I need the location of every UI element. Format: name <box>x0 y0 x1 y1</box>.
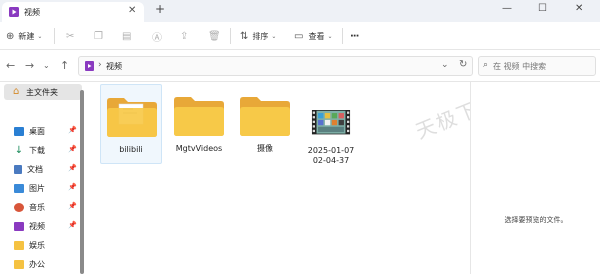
music-icon <box>14 202 24 212</box>
share-icon[interactable]: ⇪ <box>180 28 188 44</box>
chevron-down-icon: ⌄ <box>37 32 43 40</box>
pin-icon: 📌 <box>68 202 77 210</box>
navigation-pane: ⌂ 主文件夹 桌面 📌 ↓ 下载 📌 文档 📌 图片 📌 音乐 📌 视频 📌 娱… <box>0 82 82 274</box>
refresh-icon[interactable]: ↻ <box>459 59 467 70</box>
title-bar: 视频 ✕ + — ☐ ✕ <box>0 0 600 22</box>
file-item-video[interactable]: 2025-01-07 02-04-37 <box>300 84 362 165</box>
chevron-down-icon: ⌄ <box>271 32 277 40</box>
picture-icon <box>14 183 24 193</box>
sidebar-item-label: 办公 <box>29 259 45 269</box>
new-button[interactable]: ⊕ 新建 ⌄ <box>6 28 42 44</box>
close-tab-icon[interactable]: ✕ <box>128 5 136 16</box>
rename-icon[interactable]: Ⓐ <box>152 28 162 44</box>
file-list: bilibili MgtvVideos 摄像 2025-01-07 02-04-… <box>86 82 470 274</box>
folder-icon <box>14 240 24 250</box>
sidebar-item-home[interactable]: ⌂ 主文件夹 <box>4 84 82 100</box>
paste-icon[interactable]: ▤ <box>122 28 131 44</box>
cut-icon[interactable]: ✂ <box>66 28 74 44</box>
command-bar: ⊕ 新建 ⌄ ✂ ❐ ▤ Ⓐ ⇪ 🗑 ⇅ 排序 ⌄ ▭ 查看 ⌄ ··· <box>0 22 600 50</box>
copy-icon[interactable]: ❐ <box>94 28 103 44</box>
sidebar-item-label: 下载 <box>29 145 45 155</box>
search-icon: ⌕ <box>483 60 489 70</box>
divider <box>54 28 55 44</box>
sidebar-item-label: 视频 <box>29 221 45 231</box>
sidebar-item-music[interactable]: 音乐 📌 <box>14 200 78 214</box>
breadcrumb-chevron-icon[interactable]: › <box>98 60 102 70</box>
sidebar-item-label: 图片 <box>29 183 45 193</box>
pin-icon: 📌 <box>68 126 77 134</box>
file-name-line-1: 2025-01-07 <box>307 146 355 155</box>
sidebar-item-label: 主文件夹 <box>26 88 58 97</box>
folder-icon <box>14 259 24 269</box>
divider <box>230 28 231 44</box>
sidebar-scrollbar[interactable] <box>80 82 85 274</box>
sidebar-item-desktop[interactable]: 桌面 📌 <box>14 124 78 138</box>
sidebar-item-entertainment[interactable]: 娱乐 <box>14 238 78 252</box>
view-button[interactable]: ▭ 查看 ⌄ <box>294 28 332 44</box>
more-options-icon[interactable]: ··· <box>350 28 359 44</box>
pin-icon: 📌 <box>68 221 77 229</box>
sidebar-item-label: 音乐 <box>29 202 45 212</box>
tab-title: 视频 <box>24 8 40 17</box>
download-icon: ↓ <box>14 144 24 156</box>
file-name: MgtvVideos <box>175 144 223 153</box>
file-item-mgtvvideos[interactable]: MgtvVideos <box>168 84 230 164</box>
folder-icon <box>240 97 290 136</box>
delete-icon[interactable]: 🗑 <box>208 28 221 44</box>
view-icon: ▭ <box>294 30 304 42</box>
pin-icon: 📌 <box>68 183 77 191</box>
pin-icon: 📌 <box>68 145 77 153</box>
address-bar[interactable]: › 视频 ⌄ ↻ <box>78 56 473 76</box>
home-icon: ⌂ <box>13 86 20 97</box>
back-arrow-icon[interactable]: ← <box>6 59 15 72</box>
recent-chevron-icon[interactable]: ⌄ <box>43 61 50 70</box>
video-icon <box>9 7 19 17</box>
file-name: bilibili <box>119 145 143 154</box>
address-dropdown-icon[interactable]: ⌄ <box>441 60 449 70</box>
close-window-button[interactable]: ✕ <box>575 3 583 14</box>
video-icon <box>85 61 94 71</box>
maximize-button[interactable]: ☐ <box>538 3 547 14</box>
sidebar-item-office[interactable]: 办公 <box>14 257 78 271</box>
chevron-down-icon: ⌄ <box>327 32 333 40</box>
up-arrow-icon[interactable]: ↑ <box>60 59 69 72</box>
desktop-icon <box>14 126 24 136</box>
sort-button[interactable]: ⇅ 排序 ⌄ <box>240 28 276 44</box>
sort-icon: ⇅ <box>240 30 249 42</box>
minimize-button[interactable]: — <box>502 3 512 14</box>
plus-circle-icon: ⊕ <box>6 30 15 42</box>
file-item-camera[interactable]: 摄像 <box>234 84 296 164</box>
folder-with-file-icon <box>107 98 157 137</box>
new-tab-button[interactable]: + <box>155 2 165 16</box>
sidebar-item-pictures[interactable]: 图片 📌 <box>14 181 78 195</box>
sidebar-item-label: 桌面 <box>29 126 45 136</box>
new-label: 新建 <box>18 31 35 41</box>
file-item-bilibili[interactable]: bilibili <box>100 84 162 164</box>
folder-icon <box>174 97 224 136</box>
sidebar-item-downloads[interactable]: ↓ 下载 📌 <box>14 143 78 157</box>
scrollbar-thumb[interactable] <box>80 90 84 274</box>
sidebar-item-videos[interactable]: 视频 📌 <box>14 219 78 233</box>
sidebar-item-label: 文档 <box>27 164 43 174</box>
preview-empty-text: 选择要预览的文件。 <box>504 216 568 224</box>
search-box[interactable]: ⌕ <box>478 56 596 76</box>
document-icon <box>14 164 22 174</box>
sidebar-item-documents[interactable]: 文档 📌 <box>14 162 78 176</box>
forward-arrow-icon[interactable]: → <box>25 59 34 72</box>
sort-label: 排序 <box>252 31 269 41</box>
view-label: 查看 <box>308 31 325 41</box>
tab-videos[interactable]: 视频 ✕ <box>2 2 144 22</box>
file-name-line-2: 02-04-37 <box>312 156 350 165</box>
breadcrumb[interactable]: 视频 <box>106 61 122 72</box>
divider <box>342 28 343 44</box>
file-name: 摄像 <box>257 144 273 153</box>
preview-pane: 选择要预览的文件。 <box>470 82 600 274</box>
sidebar-item-label: 娱乐 <box>29 240 45 250</box>
video-icon <box>14 221 24 231</box>
search-input[interactable] <box>493 60 593 73</box>
pin-icon: 📌 <box>68 164 77 172</box>
video-thumbnail-icon <box>311 110 351 135</box>
